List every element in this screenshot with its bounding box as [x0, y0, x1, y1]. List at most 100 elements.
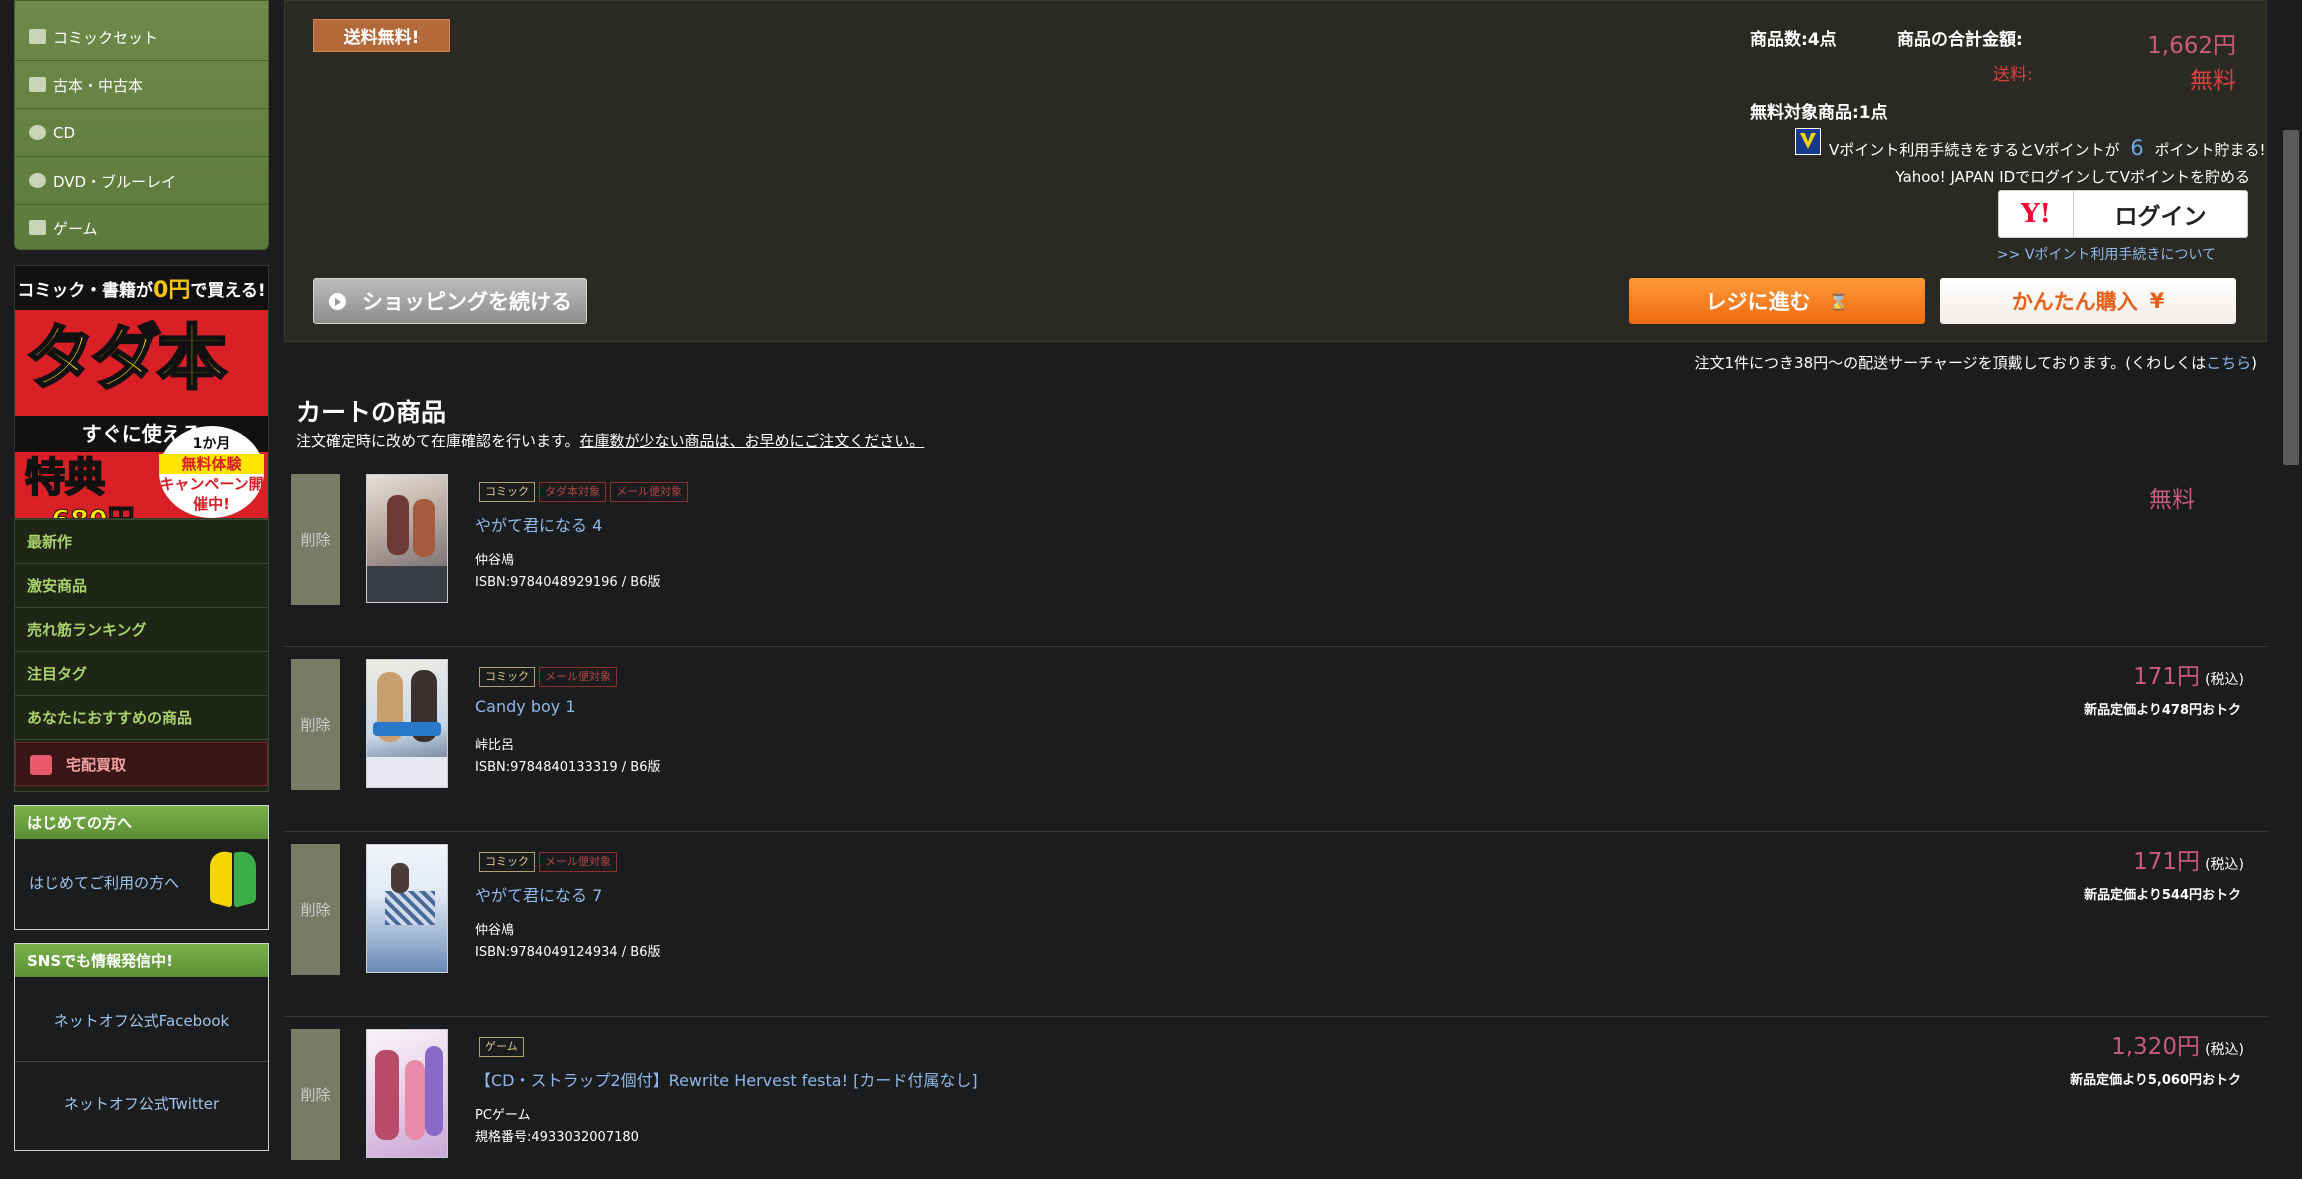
campaign-text: キャンペーン開催中! [159, 475, 264, 513]
banner-text: コミック・書籍が [17, 280, 154, 301]
item-tags: コミック タダ本対象 メール便対象 [479, 482, 688, 502]
category-label: 古本・中古本 [53, 76, 144, 95]
product-cover[interactable] [366, 659, 448, 788]
scrollbar-thumb[interactable] [2283, 130, 2299, 465]
item-code: 規格番号:4933032007180 [475, 1130, 639, 1145]
product-cover[interactable] [366, 474, 448, 603]
banner-logo: タダ本 [24, 317, 229, 400]
category-comic-set[interactable]: コミックセット [15, 14, 268, 61]
cart-note-warning: 在庫数が少ない商品は、お早めにご注文ください。 [579, 432, 925, 450]
cd-icon [29, 125, 46, 140]
item-title[interactable]: Candy boy 1 [475, 697, 576, 716]
cart-item: 削除 コミック メール便対象 やがて君になる 7 仲谷鳰 ISBN:978404… [284, 832, 2267, 1017]
product-cover[interactable] [366, 1029, 448, 1158]
surcharge-text: 注文1件につき38円〜の配送サーチャージを頂戴しております。(くわしくは [1694, 354, 2207, 372]
yahoo-login-button[interactable]: Y! ログイン [1998, 190, 2248, 238]
sidebar-link-bargain[interactable]: 激安商品 [15, 564, 268, 608]
tadabon-banner[interactable]: コミック・書籍が0円で買える! タダ本 すぐに使える 特典 680円分! 1か月… [14, 265, 269, 519]
cart-note-text: 注文確定時に改めて在庫確認を行います。 [296, 432, 580, 450]
free-shipping-badge: 送料無料! [313, 19, 450, 52]
sidebar-link-ranking[interactable]: 売れ筋ランキング [15, 608, 268, 652]
sidebar-links: 最新作 激安商品 売れ筋ランキング 注目タグ あなたにおすすめの商品 宅配買取 [14, 519, 269, 792]
delete-button[interactable]: 削除 [291, 844, 340, 975]
beginner-header: はじめての方へ [15, 806, 268, 839]
sns-box: SNSでも情報発信中! ネットオフ公式Facebook ネットオフ公式Twitt… [14, 943, 269, 1151]
continue-shopping-button[interactable]: ショッピングを続ける [313, 278, 587, 324]
price-value: 171円 [2133, 664, 2200, 690]
yahoo-logo-icon: Y! [1999, 191, 2074, 237]
sidebar-link-kaitori[interactable]: 宅配買取 [15, 742, 268, 786]
beginner-box: はじめての方へ はじめてご利用の方へ [14, 805, 269, 930]
category-cd[interactable]: CD [15, 110, 268, 157]
delete-button[interactable]: 削除 [291, 474, 340, 605]
item-author: 仲谷鳰 [475, 923, 515, 938]
vpoint-message: Vポイント利用手続きをするとVポイントが 6 ポイント貯まる! [1829, 136, 2265, 160]
shipping-label: 送料: [1993, 65, 2033, 85]
easy-buy-button[interactable]: かんたん購入 ¥ [1940, 278, 2236, 324]
tag: タダ本対象 [539, 482, 606, 502]
item-saving: 新品定価より544円おトク [2084, 888, 2241, 903]
price-value: 171円 [2133, 849, 2200, 875]
item-title[interactable]: やがて君になる 7 [475, 882, 602, 906]
delete-button[interactable]: 削除 [291, 1029, 340, 1160]
surcharge-link[interactable]: こちら [2206, 354, 2251, 372]
gamepad-icon [29, 220, 46, 235]
vpoint-info-link[interactable]: >> Vポイント利用手続きについて [1997, 244, 2216, 264]
category-used-books[interactable]: 古本・中古本 [15, 62, 268, 109]
tag: コミック [479, 852, 535, 872]
category-game[interactable]: ゲーム [15, 205, 268, 252]
item-price: 1,320円 (税込) [2111, 1027, 2244, 1061]
tag: コミック [479, 482, 535, 502]
surcharge-end: ) [2251, 354, 2257, 372]
cart-item: 削除 ゲーム 【CD・ストラップ2個付】Rewrite Hervest fest… [284, 1017, 2267, 1179]
banner-headline: コミック・書籍が 0円 で買える! [15, 266, 268, 310]
sidebar-link-new[interactable]: 最新作 [15, 520, 268, 564]
yahoo-note: Yahoo! JAPAN IDでログインしてVポイントを貯める [1895, 168, 2250, 186]
item-code: ISBN:9784840133319 / B6版 [475, 760, 661, 775]
yen-icon: ¥ [2149, 289, 2165, 313]
login-label: ログイン [2114, 204, 2207, 230]
dvd-icon [29, 173, 46, 188]
category-label: DVD・ブルーレイ [53, 172, 177, 191]
category-label: CD [53, 124, 76, 142]
product-cover[interactable] [366, 844, 448, 973]
banner-text-2: で買える! [190, 280, 266, 301]
category-label: コミックセット [53, 28, 159, 47]
item-code: ISBN:9784049124934 / B6版 [475, 945, 661, 960]
easy-buy-label: かんたん購入 [2011, 290, 2138, 314]
beginner-link[interactable]: はじめてご利用の方へ [29, 872, 179, 893]
tax-label: (税込) [2205, 857, 2244, 873]
item-title[interactable]: やがて君になる 4 [475, 512, 602, 536]
sidebar-link-recommend[interactable]: あなたにおすすめの商品 [15, 696, 268, 740]
box-icon [30, 755, 52, 775]
sns-header: SNSでも情報発信中! [15, 944, 268, 977]
cart-item: 削除 コミック メール便対象 Candy boy 1 峠比呂 ISBN:9784… [284, 647, 2267, 832]
item-tags: コミック メール便対象 [479, 852, 617, 872]
sidebar-link-tags[interactable]: 注目タグ [15, 652, 268, 696]
banner-yen: 680円分! [33, 498, 153, 519]
checkout-button[interactable]: レジに進む ⌛ [1629, 278, 1925, 324]
checkout-label: レジに進む [1705, 290, 1811, 314]
beginner-leaf-icon [210, 847, 256, 910]
category-dvd[interactable]: DVD・ブルーレイ [15, 158, 268, 205]
item-author: 仲谷鳰 [475, 553, 515, 568]
banner-campaign: 1か月 無料体験 キャンペーン開催中! [159, 426, 264, 518]
twitter-link[interactable]: ネットオフ公式Twitter [15, 1062, 268, 1144]
register-icon: ⌛ [1828, 291, 1849, 311]
vpoint-logo-icon [1795, 128, 1821, 155]
tag: メール便対象 [610, 482, 688, 502]
vpoint-num: 6 [2130, 136, 2144, 160]
delete-button[interactable]: 削除 [291, 659, 340, 790]
item-price: 171円 (税込) [2133, 842, 2244, 876]
vpoint-post: ポイント貯まる! [2154, 141, 2266, 159]
cart-note: 注文確定時に改めて在庫確認を行います。在庫数が少ない商品は、お早めにご注文くださ… [296, 430, 924, 451]
item-saving: 新品定価より478円おトク [2084, 703, 2241, 718]
facebook-link[interactable]: ネットオフ公式Facebook [15, 980, 268, 1062]
tax-label: (税込) [2205, 1042, 2244, 1058]
tag: メール便対象 [539, 852, 617, 872]
item-author: 峠比呂 [475, 738, 515, 753]
price-value: 1,320円 [2111, 1034, 2200, 1060]
item-title[interactable]: 【CD・ストラップ2個付】Rewrite Hervest festa! [カード… [475, 1067, 978, 1091]
item-author: PCゲーム [475, 1108, 531, 1123]
category-label: ゲーム [53, 220, 98, 238]
